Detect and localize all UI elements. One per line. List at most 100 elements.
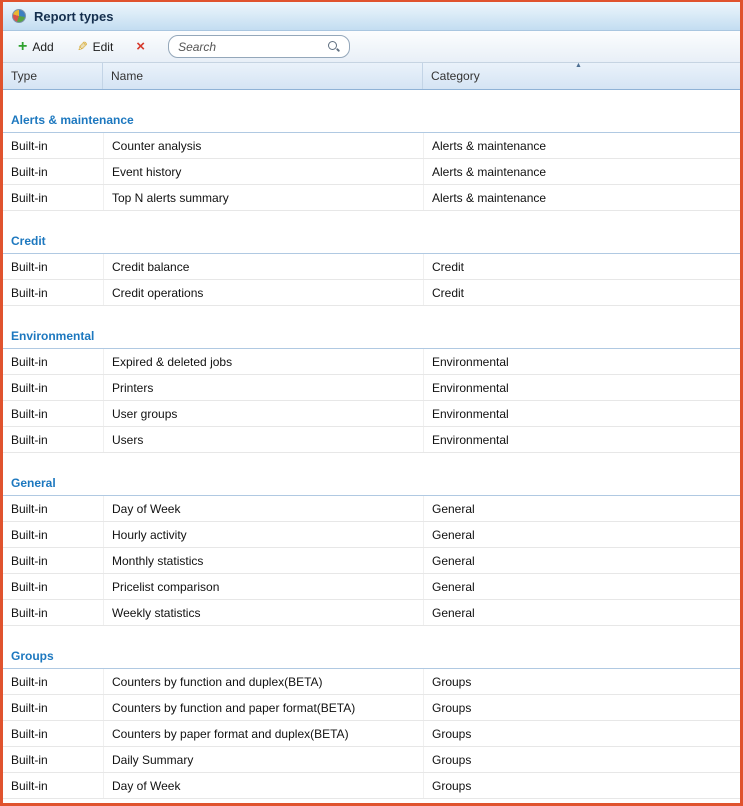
cell-category: General — [423, 522, 740, 547]
cell-name: Counters by function and duplex(BETA) — [103, 669, 423, 694]
cell-name: Counters by function and paper format(BE… — [103, 695, 423, 720]
table-row[interactable]: Built-inCredit balanceCredit — [3, 254, 740, 280]
table-row[interactable]: Built-inPrintersEnvironmental — [3, 375, 740, 401]
cell-category: General — [423, 600, 740, 625]
cell-type: Built-in — [3, 747, 103, 772]
cell-category: Credit — [423, 280, 740, 305]
cell-name: Credit balance — [103, 254, 423, 279]
cell-category: Environmental — [423, 427, 740, 452]
cell-name: Weekly statistics — [103, 600, 423, 625]
cell-category: Credit — [423, 254, 740, 279]
cell-category: Alerts & maintenance — [423, 159, 740, 184]
cell-type: Built-in — [3, 600, 103, 625]
cell-type: Built-in — [3, 773, 103, 798]
cell-category: Groups — [423, 669, 740, 694]
cell-type: Built-in — [3, 375, 103, 400]
cell-type: Built-in — [3, 427, 103, 452]
cell-category: Environmental — [423, 401, 740, 426]
cell-category: General — [423, 496, 740, 521]
table-row[interactable]: Built-inUsersEnvironmental — [3, 427, 740, 453]
cell-name: Daily Summary — [103, 747, 423, 772]
cell-name: Counter analysis — [103, 133, 423, 158]
column-header-type[interactable]: Type — [3, 63, 103, 89]
cell-category: Groups — [423, 695, 740, 720]
cell-category: Groups — [423, 773, 740, 798]
edit-button-label: Edit — [93, 40, 114, 54]
table-row[interactable]: Built-inHourly activityGeneral — [3, 522, 740, 548]
table-row[interactable]: Built-inCounter analysisAlerts & mainten… — [3, 133, 740, 159]
search-box — [168, 35, 350, 58]
window-title: Report types — [34, 9, 113, 24]
delete-button[interactable]: × — [126, 36, 155, 58]
cell-name: Printers — [103, 375, 423, 400]
group-header: Environmental — [3, 306, 740, 349]
cell-category: Groups — [423, 747, 740, 772]
table-row[interactable]: Built-inWeekly statisticsGeneral — [3, 600, 740, 626]
pie-chart-icon — [12, 9, 26, 23]
cell-category: Environmental — [423, 349, 740, 374]
cell-type: Built-in — [3, 695, 103, 720]
cell-name: Pricelist comparison — [103, 574, 423, 599]
cell-type: Built-in — [3, 280, 103, 305]
cell-category: Groups — [423, 721, 740, 746]
add-button-label: Add — [32, 40, 53, 54]
table-row[interactable]: Built-inDaily SummaryGroups — [3, 747, 740, 773]
search-input[interactable] — [178, 40, 323, 54]
table-header: Type Name Category ▲ — [3, 63, 740, 90]
group-header: Credit — [3, 211, 740, 254]
cell-name: Top N alerts summary — [103, 185, 423, 210]
sort-ascending-icon: ▲ — [575, 62, 582, 70]
table-row[interactable]: Built-inExpired & deleted jobsEnvironmen… — [3, 349, 740, 375]
group-header: Groups — [3, 626, 740, 669]
table-row[interactable]: Built-inTop N alerts summaryAlerts & mai… — [3, 185, 740, 211]
cell-category: Environmental — [423, 375, 740, 400]
cell-name: Day of Week — [103, 496, 423, 521]
table-row[interactable]: Built-inCounters by paper format and dup… — [3, 721, 740, 747]
search-icon[interactable] — [327, 40, 340, 53]
add-button[interactable]: + Add — [8, 35, 64, 59]
table-row[interactable]: Built-inPricelist comparisonGeneral — [3, 574, 740, 600]
title-bar: Report types — [3, 2, 740, 31]
table-row[interactable]: Built-inCredit operationsCredit — [3, 280, 740, 306]
cell-name: Users — [103, 427, 423, 452]
cell-category: General — [423, 574, 740, 599]
cell-type: Built-in — [3, 254, 103, 279]
column-header-category-label: Category — [431, 69, 480, 83]
cell-type: Built-in — [3, 496, 103, 521]
table-row[interactable]: Built-inCounters by function and paper f… — [3, 695, 740, 721]
group-header: Alerts & maintenance — [3, 90, 740, 133]
cell-type: Built-in — [3, 522, 103, 547]
table-body: Alerts & maintenanceBuilt-inCounter anal… — [3, 90, 740, 803]
group-header: General — [3, 453, 740, 496]
cell-name: Expired & deleted jobs — [103, 349, 423, 374]
cell-type: Built-in — [3, 349, 103, 374]
delete-x-icon: × — [136, 41, 145, 53]
table-row[interactable]: Built-inCounters by function and duplex(… — [3, 669, 740, 695]
table-row[interactable]: Built-inDay of WeekGroups — [3, 773, 740, 799]
cell-name: Monthly statistics — [103, 548, 423, 573]
report-types-window: Report types + Add ✎ Edit × Type Name Ca… — [0, 0, 743, 806]
edit-button[interactable]: ✎ Edit — [67, 35, 124, 59]
table-row[interactable]: Built-inUser groupsEnvironmental — [3, 401, 740, 427]
column-header-category[interactable]: Category ▲ — [423, 63, 740, 89]
toolbar: + Add ✎ Edit × — [3, 31, 740, 63]
cell-type: Built-in — [3, 185, 103, 210]
pencil-icon: ✎ — [77, 41, 88, 53]
cell-type: Built-in — [3, 548, 103, 573]
table-row[interactable]: Built-inMonthly statisticsGeneral — [3, 548, 740, 574]
cell-name: Event history — [103, 159, 423, 184]
cell-type: Built-in — [3, 133, 103, 158]
cell-category: Alerts & maintenance — [423, 133, 740, 158]
cell-name: Hourly activity — [103, 522, 423, 547]
table-row[interactable]: Built-inEvent historyAlerts & maintenanc… — [3, 159, 740, 185]
table-row[interactable]: Built-inDay of WeekGeneral — [3, 496, 740, 522]
cell-type: Built-in — [3, 721, 103, 746]
plus-icon: + — [18, 41, 27, 53]
column-header-name[interactable]: Name — [103, 63, 423, 89]
cell-name: Counters by paper format and duplex(BETA… — [103, 721, 423, 746]
cell-category: Alerts & maintenance — [423, 185, 740, 210]
cell-name: User groups — [103, 401, 423, 426]
cell-category: General — [423, 548, 740, 573]
cell-type: Built-in — [3, 669, 103, 694]
cell-name: Credit operations — [103, 280, 423, 305]
